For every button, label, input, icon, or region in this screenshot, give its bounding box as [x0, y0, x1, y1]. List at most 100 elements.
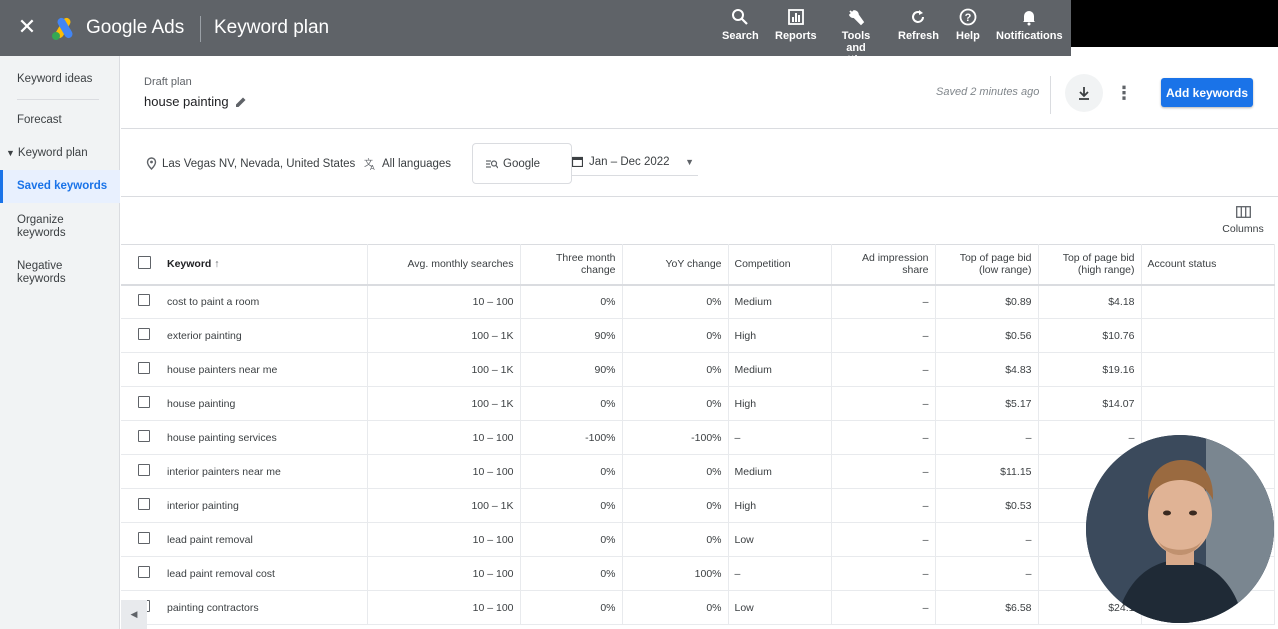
svg-text:A: A [370, 165, 375, 170]
sidebar-item-keyword-plan[interactable]: ▼ Keyword plan [0, 147, 120, 160]
account-status-cell [1141, 352, 1275, 387]
row-checkbox[interactable] [138, 362, 150, 374]
yoy-cell: 100% [622, 556, 729, 591]
bid-high-cell: – [1038, 420, 1142, 455]
date-range-select[interactable]: Jan – Dec 2022 ▼ [572, 148, 698, 176]
column-header-bid-high[interactable]: Top of page bid (high range) [1038, 244, 1142, 286]
location-filter[interactable]: Las Vegas NV, Nevada, United States [146, 157, 355, 170]
columns-icon [1235, 206, 1251, 218]
three-month-cell: -100% [520, 420, 623, 455]
google-ads-logo [52, 17, 73, 40]
column-header-ad-impression[interactable]: Ad impression share [831, 244, 936, 286]
column-header-avg-monthly[interactable]: Avg. monthly searches [367, 244, 521, 286]
table-row[interactable]: painting contractors 10 – 100 0% 0% Low – $6.5… [121, 590, 1275, 625]
row-checkbox[interactable] [138, 566, 150, 578]
select-all-checkbox[interactable] [138, 256, 151, 270]
bid-low-cell: $0.53 [935, 488, 1039, 523]
calendar-icon [572, 156, 583, 167]
column-header-keyword[interactable]: Keyword ↑ [161, 244, 368, 286]
pencil-icon[interactable] [235, 96, 247, 108]
yoy-cell: 0% [622, 386, 729, 421]
notifications-button[interactable]: Notifications [996, 8, 1063, 42]
network-text: Google [503, 157, 541, 170]
account-status-cell [1141, 318, 1275, 353]
filter-bar: Las Vegas NV, Nevada, United States 文A A… [121, 130, 1278, 197]
table-row[interactable]: house painters near me 100 – 1K 90% 0% Mediu… [121, 352, 1275, 387]
refresh-label: Refresh [898, 30, 939, 42]
row-checkbox[interactable] [138, 396, 150, 408]
competition-cell: High [728, 386, 832, 421]
row-checkbox[interactable] [138, 532, 150, 544]
keyword-cell: house painting services [161, 420, 368, 455]
search-button[interactable]: Search [722, 8, 759, 42]
add-keywords-button[interactable]: Add keywords [1161, 78, 1253, 107]
sidebar: Keyword ideas Forecast ▼ Keyword plan Sav… [0, 56, 120, 629]
network-filter[interactable]: Google [472, 143, 572, 184]
top-app-bar: ✕ Google Ads Keyword plan Search Reports… [0, 0, 1071, 66]
reports-button[interactable]: Reports [775, 8, 817, 42]
avg-monthly-cell: 100 – 1K [367, 488, 521, 523]
language-filter[interactable]: 文A All languages [364, 157, 451, 170]
row-select-cell [121, 352, 161, 387]
sidebar-item-keyword-ideas[interactable]: Keyword ideas [0, 73, 120, 86]
help-label: Help [956, 30, 980, 42]
select-all-cell [121, 244, 161, 286]
notifications-label: Notifications [996, 30, 1063, 42]
ad-impression-cell: – [831, 590, 936, 625]
three-month-cell: 0% [520, 386, 623, 421]
yoy-cell: 0% [622, 488, 729, 523]
help-button[interactable]: ? Help [956, 8, 980, 42]
avg-monthly-cell: 100 – 1K [367, 352, 521, 387]
avg-monthly-cell: 100 – 1K [367, 318, 521, 353]
sidebar-item-forecast[interactable]: Forecast [0, 114, 120, 127]
column-header-three-month[interactable]: Three month change [520, 244, 623, 286]
competition-cell: High [728, 318, 832, 353]
avg-monthly-cell: 10 – 100 [367, 556, 521, 591]
row-checkbox[interactable] [138, 294, 150, 307]
brand-name: Google Ads [86, 17, 185, 38]
keyword-cell: house painters near me [161, 352, 368, 387]
row-checkbox[interactable] [138, 498, 150, 510]
table-row[interactable]: house painting services 10 – 100 -100% -100… [121, 420, 1275, 455]
column-header-competition[interactable]: Competition [728, 244, 832, 286]
columns-button[interactable]: Columns [1222, 206, 1264, 235]
caret-down-icon: ▼ [6, 148, 15, 158]
bid-high-cell: $19.16 [1038, 352, 1142, 387]
reports-label: Reports [775, 30, 817, 42]
more-vert-icon[interactable]: ⋮ [1115, 80, 1133, 106]
presenter-image [1086, 435, 1274, 623]
table-row[interactable]: exterior painting 100 – 1K 90% 0% High – $0.56… [121, 318, 1275, 353]
column-header-bid-low[interactable]: Top of page bid (low range) [935, 244, 1039, 286]
table-row[interactable]: cost to paint a room 10 – 100 0% 0% Medium – $… [121, 284, 1275, 319]
competition-cell: – [728, 556, 832, 591]
ad-impression-cell: – [831, 318, 936, 353]
sidebar-item-label: Keyword plan [17, 147, 88, 159]
keyword-cell: house painting [161, 386, 368, 421]
competition-cell: – [728, 420, 832, 455]
column-header-account-status[interactable]: Account status [1141, 244, 1275, 286]
bid-high-cell: $10.76 [1038, 318, 1142, 353]
table-header-row: Keyword ↑ Avg. monthly searches Three mo… [121, 244, 1275, 286]
sidebar-item-negative-keywords[interactable]: Negative keywords [0, 260, 80, 286]
bell-icon [1023, 11, 1036, 26]
black-overlay [1071, 0, 1278, 47]
row-checkbox[interactable] [138, 430, 150, 442]
sidebar-item-organize-keywords[interactable]: Organize keywords [0, 214, 80, 240]
download-button[interactable] [1065, 74, 1103, 112]
table-row[interactable]: house painting 100 – 1K 0% 0% High – $5.17 $14.… [121, 386, 1275, 421]
three-month-cell: 0% [520, 284, 623, 319]
sidebar-item-saved-keywords[interactable]: Saved keywords [0, 170, 120, 203]
row-checkbox[interactable] [138, 328, 150, 340]
keyword-cell: lead paint removal cost [161, 556, 368, 591]
yoy-cell: 0% [622, 318, 729, 353]
refresh-button[interactable]: Refresh [898, 8, 939, 42]
close-icon[interactable]: ✕ [14, 14, 40, 40]
column-header-yoy[interactable]: YoY change [622, 244, 729, 286]
scroll-left-button[interactable]: ◀ [121, 600, 147, 629]
plan-name[interactable]: house painting [144, 94, 247, 109]
three-month-cell: 0% [520, 454, 623, 489]
row-select-cell [121, 454, 161, 489]
ad-impression-cell: – [831, 556, 936, 591]
row-checkbox[interactable] [138, 464, 150, 476]
ad-impression-cell: – [831, 488, 936, 523]
